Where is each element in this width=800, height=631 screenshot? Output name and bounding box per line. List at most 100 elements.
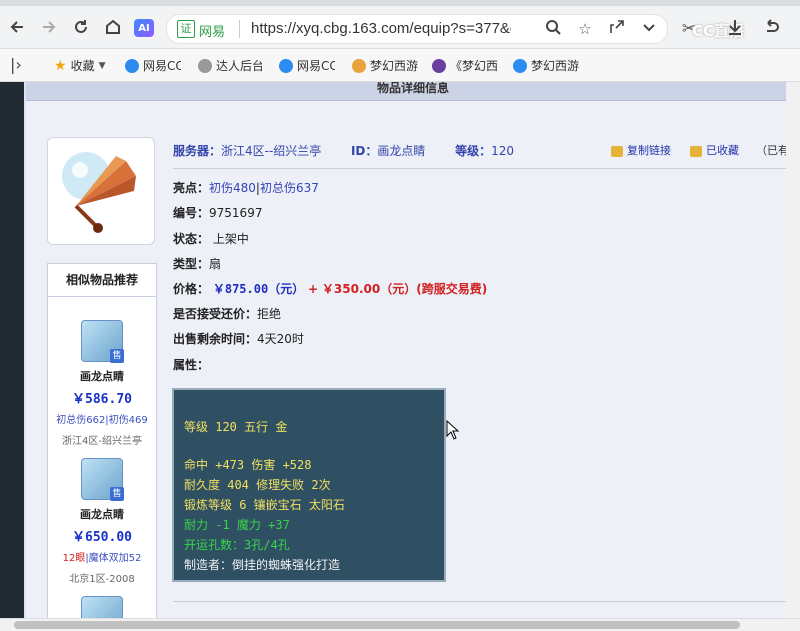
similar-item-price: ￥586.70 [72,392,132,407]
home-icon[interactable] [102,16,124,38]
bookmark-label: 梦幻西游 [531,59,580,73]
cc-icon [125,58,139,73]
chevron-down-icon[interactable] [639,19,659,39]
price-value: ￥875.00（元） [212,282,305,296]
attributes-box: 等级 120 五行 金 命中 +473 伤害 +528 耐久度 404 修理失败… [172,388,446,582]
counter-offer-label: 是否接受还价： [173,307,258,321]
bookmark-mhxy-2[interactable]: 《梦幻西 [432,57,500,74]
remaining-time-row: 出售剩余时间：4天20时 [173,330,304,347]
similar-item-desc-rest: |魔体双加52 [85,553,142,564]
similar-item-name: 画龙点睛 [80,508,124,521]
download-icon[interactable] [724,18,746,40]
left-rail [0,82,24,618]
serial-row: 编号：9751697 [173,204,262,221]
star-bookmark-icon[interactable]: ☆ [575,19,595,39]
back-arrow-icon[interactable] [6,16,28,38]
reload-icon[interactable] [70,16,92,38]
copy-link-icon [611,145,623,157]
globe-icon [198,58,212,73]
status-row: 状态： 上架中 [173,230,249,247]
favorite-icon [690,145,702,157]
section-title: 物品详细信息 [26,82,800,101]
sell-badge: 售 [110,349,124,363]
level-label: 等级： [455,144,492,158]
bookmark-label: 收藏 [70,59,95,73]
attr-line: 耐久度 404 修理失败 2次 [184,478,331,492]
similar-item-server: 浙江4区-绍兴兰亭 [62,436,142,447]
type-label: 类型： [173,257,210,271]
attributes-row: 属性： [173,356,209,373]
similar-item-desc: 12眼|魔体双加52 [48,549,156,564]
bookmark-mhxy-3[interactable]: 梦幻西游 [513,57,583,74]
fan-item-icon[interactable] [81,596,123,618]
remaining-time-label: 出售剩余时间： [173,332,258,346]
copy-link-button[interactable]: 复制链接 [627,144,671,157]
url-separator [239,20,240,38]
star-icon: ★ [54,57,67,74]
game-icon [432,58,446,73]
share-icon[interactable] [607,19,627,39]
status-value: 上架中 [212,232,249,246]
level-value: 120 [491,144,514,158]
page-viewport: 物品详细信息 相似物品推荐 售 画龙点睛 ￥586.70 初总伤662|初伤46… [0,82,800,618]
cross-server-fee: ￥350.00（元）(跨服交易费) [321,282,488,296]
bookmark-mhxy-1[interactable]: 梦幻西游 [352,57,420,74]
horizontal-scrollbar[interactable] [0,618,800,631]
ai-assistant-button[interactable]: AI [134,19,154,37]
id-label: ID： [350,144,378,158]
cc-icon [513,58,527,73]
status-label: 状态： [173,232,210,246]
forward-arrow-icon[interactable] [38,16,60,38]
item-detail-panel: 物品详细信息 相似物品推荐 售 画龙点睛 ￥586.70 初总伤662|初伤46… [26,82,800,618]
similar-item[interactable] [48,596,156,618]
site-tag: 网易 [199,25,226,40]
bookmark-talent-backend[interactable]: 达人后台 [198,57,262,74]
attr-line: 开运孔数：3孔/4孔 [184,538,290,552]
bookmarks-bar: |› ★ 收藏 ▼ 网易CC 达人后台 网易CC 梦幻西游 《梦幻西 梦幻西游 [0,49,800,82]
price-row: 价格： ￥875.00（元） + ￥350.00（元）(跨服交易费) [173,280,487,297]
navigation-bar: AI 证 网易 https://xyq.cbg.163.com/equip?s=… [0,6,800,49]
bookmark-label: 达人后台 [216,59,262,73]
fan-item-icon[interactable]: 售 [81,320,124,363]
attr-line: 锻炼等级 6 镶嵌宝石 太阳石 [184,498,345,512]
item-actions: 复制链接 已收藏 （已有7人收 [611,142,800,158]
attributes-label: 属性： [173,358,210,372]
fan-item-icon[interactable]: 售 [81,458,124,501]
similar-item-server: 北京1区-2008 [69,574,135,585]
sidebar-toggle-icon[interactable]: |› [10,55,22,74]
highlight-row: 亮点：初伤480|初总伤637 [173,181,319,195]
bookmark-cc-2[interactable]: 网易CC [279,57,335,74]
bookmark-cc-1[interactable]: 网易CC [125,57,181,74]
similar-item-name: 画龙点睛 [80,370,124,383]
highlight-value: 初伤480 [209,181,256,195]
remaining-time-value: 4天20时 [257,332,304,346]
certificate-icon[interactable]: 证 [177,20,195,38]
undo-icon[interactable] [760,18,782,40]
similar-items-panel: 相似物品推荐 售 画龙点睛 ￥586.70 初总伤662|初伤469 浙江4区-… [47,263,157,618]
dropdown-icon: ▼ [98,60,106,71]
header-info: 服务器：浙江4区--绍兴兰亭 ID：画龙点睛 等级：120 [173,142,514,159]
address-bar[interactable]: 证 网易 https://xyq.cbg.163.com/equip?s=377… [166,14,668,44]
highlight-label: 亮点： [173,181,210,195]
divider [173,601,800,602]
favorited-button[interactable]: 已收藏 [706,144,739,157]
id-value: 画龙点睛 [377,144,426,158]
price-label: 价格： [173,282,210,296]
scrollbar-thumb[interactable] [14,621,740,629]
url-text[interactable]: https://xyq.cbg.163.com/equip?s=377&ei [251,20,511,37]
bookmark-favorites[interactable]: ★ 收藏 ▼ [54,57,106,74]
bookmark-label: 《梦幻西 [450,59,499,73]
attr-line: 耐力 -1 魔力 +37 [184,518,290,532]
divider [173,168,800,169]
server-label: 服务器： [173,144,222,158]
search-icon[interactable] [543,19,563,39]
similar-item[interactable]: 售 画龙点睛 ￥586.70 初总伤662|初伤469 浙江4区-绍兴兰亭 [48,320,156,447]
server-value: 浙江4区--绍兴兰亭 [221,144,322,158]
bookmark-label: 梦幻西游 [370,59,419,73]
similar-item-price: ￥650.00 [72,530,132,545]
similar-item[interactable]: 售 画龙点睛 ￥650.00 12眼|魔体双加52 北京1区-2008 [48,458,156,585]
vertical-scrollbar[interactable] [786,82,800,618]
similar-item-desc: 初总伤662|初伤469 [56,415,148,426]
attr-line: 制造者：倒挂的蜘蛛强化打造 [184,558,341,572]
highlight-value: 初总伤637 [259,181,319,195]
